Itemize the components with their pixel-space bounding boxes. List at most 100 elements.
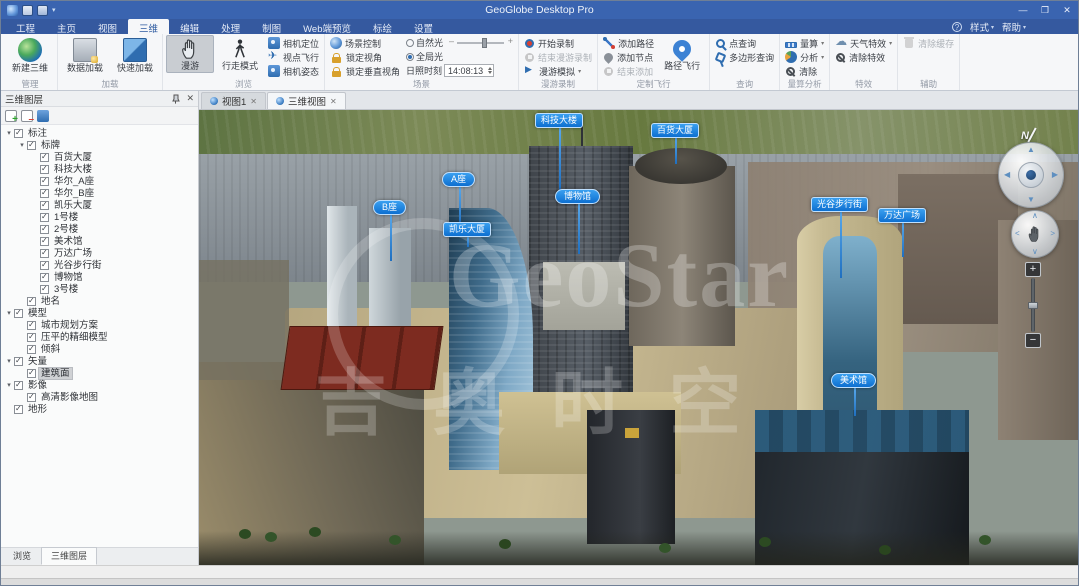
tree-item-城市规划方案[interactable]: 城市规划方案 bbox=[1, 319, 198, 331]
billboard-label[interactable]: 科技大楼 bbox=[535, 113, 583, 128]
layer-checkbox[interactable] bbox=[40, 165, 49, 174]
zoom-slider[interactable]: + − bbox=[1025, 262, 1041, 348]
ribbon-button-新建三维[interactable]: 新建三维 bbox=[6, 35, 54, 75]
billboard-A座[interactable]: A座 bbox=[442, 172, 475, 187]
minimize-button[interactable]: — bbox=[1012, 1, 1034, 19]
layer-checkbox[interactable] bbox=[27, 333, 36, 342]
billboard-label[interactable]: B座 bbox=[373, 200, 406, 215]
billboard-label[interactable]: 美术馆 bbox=[831, 373, 876, 388]
tree-item-标注[interactable]: ▾标注 bbox=[1, 127, 198, 139]
light-intensity-slider[interactable] bbox=[449, 37, 513, 49]
layer-checkbox[interactable] bbox=[40, 189, 49, 198]
layer-checkbox[interactable] bbox=[40, 285, 49, 294]
layer-checkbox[interactable] bbox=[27, 141, 36, 150]
layer-checkbox[interactable] bbox=[27, 321, 36, 330]
layer-checkbox[interactable] bbox=[40, 153, 49, 162]
ribbon-button-漫游[interactable]: 漫游 bbox=[166, 35, 214, 73]
billboard-万达广场[interactable]: 万达广场 bbox=[878, 208, 926, 223]
ribbon-tab-标绘[interactable]: 标绘 bbox=[362, 19, 403, 34]
ribbon-button-点查询[interactable]: 点查询 bbox=[713, 36, 776, 50]
ribbon-button-漫游模拟[interactable]: 漫游模拟 bbox=[522, 64, 594, 78]
undo-icon[interactable] bbox=[37, 5, 48, 16]
ribbon-tab-视图[interactable]: 视图 bbox=[87, 19, 128, 34]
rotate-down-icon[interactable]: ▼ bbox=[1027, 196, 1035, 204]
expander-icon[interactable]: ▾ bbox=[17, 141, 27, 149]
ribbon-button-添加路径[interactable]: 添加路径 bbox=[601, 36, 656, 50]
compass-north-icon[interactable]: N bbox=[1021, 130, 1029, 142]
ribbon-button-快速加载[interactable]: 快速加载 bbox=[111, 35, 159, 75]
billboard-B座[interactable]: B座 bbox=[373, 200, 406, 215]
ribbon-button-清除[interactable]: 清除 bbox=[783, 64, 826, 78]
ribbon-tab-制图[interactable]: 制图 bbox=[251, 19, 292, 34]
layer-checkbox[interactable] bbox=[14, 381, 23, 390]
panel-tab-三维图层[interactable]: 三维图层 bbox=[41, 547, 97, 565]
layer-checkbox[interactable] bbox=[27, 345, 36, 354]
global-light-radio[interactable] bbox=[406, 53, 414, 61]
pin-icon[interactable] bbox=[171, 94, 181, 104]
ribbon-tab-设置[interactable]: 设置 bbox=[403, 19, 444, 34]
billboard-label[interactable]: 凯乐大厦 bbox=[443, 222, 491, 237]
layer-checkbox[interactable] bbox=[27, 393, 36, 402]
expander-icon[interactable]: ▾ bbox=[4, 357, 14, 365]
layer-checkbox[interactable] bbox=[40, 213, 49, 222]
quick-access-caret-icon[interactable] bbox=[52, 6, 56, 14]
tree-item-地形[interactable]: 地形 bbox=[1, 403, 198, 415]
ribbon-button-数据加载[interactable]: 数据加载 bbox=[61, 35, 109, 75]
app-logo-icon[interactable] bbox=[7, 5, 18, 16]
ribbon-button-分析[interactable]: 分析 bbox=[783, 50, 826, 64]
layer-checkbox[interactable] bbox=[40, 273, 49, 282]
tree-item-高清影像地图[interactable]: 高清影像地图 bbox=[1, 391, 198, 403]
layer-checkbox[interactable] bbox=[27, 297, 36, 306]
add-layer-icon[interactable] bbox=[5, 110, 17, 122]
document-tab-三维视图[interactable]: 三维视图✕ bbox=[267, 92, 346, 109]
layer-checkbox[interactable] bbox=[40, 225, 49, 234]
ribbon-button-锁定视角[interactable]: 锁定视角 bbox=[328, 50, 402, 64]
expander-icon[interactable]: ▾ bbox=[4, 381, 14, 389]
ribbon-tab-Web端预览[interactable]: Web端预览 bbox=[292, 19, 362, 34]
pan-up-icon[interactable]: ∧ bbox=[1032, 212, 1038, 220]
layer-checkbox[interactable] bbox=[14, 357, 23, 366]
rotate-center-button[interactable] bbox=[1018, 162, 1044, 188]
tree-item-华尔_B座[interactable]: 华尔_B座 bbox=[1, 187, 198, 199]
tree-item-百货大厦[interactable]: 百货大厦 bbox=[1, 151, 198, 163]
tree-item-凯乐大厦[interactable]: 凯乐大厦 bbox=[1, 199, 198, 211]
rotate-up-icon[interactable]: ▲ bbox=[1027, 146, 1035, 154]
zoom-in-button[interactable]: + bbox=[1025, 262, 1041, 277]
tree-item-光谷步行街[interactable]: 光谷步行街 bbox=[1, 259, 198, 271]
tab-close-icon[interactable]: ✕ bbox=[330, 97, 337, 106]
tree-item-华尔_A座[interactable]: 华尔_A座 bbox=[1, 175, 198, 187]
expander-icon[interactable]: ▾ bbox=[4, 129, 14, 137]
ribbon-button-天气特效[interactable]: 天气特效 bbox=[833, 36, 894, 50]
tab-close-icon[interactable]: ✕ bbox=[250, 97, 257, 106]
billboard-博物馆[interactable]: 博物馆 bbox=[555, 189, 600, 204]
tree-item-倾斜[interactable]: 倾斜 bbox=[1, 343, 198, 355]
ribbon-button-相机定位[interactable]: 相机定位 bbox=[266, 36, 321, 50]
menu-item-帮助[interactable]: 帮助 bbox=[1002, 20, 1026, 34]
natural-light-radio[interactable] bbox=[406, 39, 414, 47]
billboard-科技大楼[interactable]: 科技大楼 bbox=[535, 113, 583, 128]
help-icon[interactable]: ? bbox=[952, 22, 962, 32]
layer-style-icon[interactable] bbox=[37, 110, 49, 122]
close-button[interactable]: ✕ bbox=[1056, 1, 1078, 19]
ribbon-tab-工程[interactable]: 工程 bbox=[5, 19, 46, 34]
tree-item-建筑面[interactable]: 建筑面 bbox=[1, 367, 198, 379]
layer-checkbox[interactable] bbox=[27, 369, 36, 378]
tree-item-压平的精细模型[interactable]: 压平的精细模型 bbox=[1, 331, 198, 343]
billboard-美术馆[interactable]: 美术馆 bbox=[831, 373, 876, 388]
tree-item-1号楼[interactable]: 1号楼 bbox=[1, 211, 198, 223]
layer-checkbox[interactable] bbox=[14, 405, 23, 414]
rotate-right-icon[interactable]: ▶ bbox=[1052, 171, 1058, 179]
tree-item-影像[interactable]: ▾影像 bbox=[1, 379, 198, 391]
billboard-百货大厦[interactable]: 百货大厦 bbox=[651, 123, 699, 138]
ribbon-tab-处理[interactable]: 处理 bbox=[210, 19, 251, 34]
maximize-button[interactable]: ❐ bbox=[1034, 1, 1056, 19]
billboard-label[interactable]: 光谷步行街 bbox=[811, 197, 868, 212]
zoom-thumb[interactable] bbox=[1028, 302, 1038, 309]
tree-item-模型[interactable]: ▾模型 bbox=[1, 307, 198, 319]
tree-item-地名[interactable]: 地名 bbox=[1, 295, 198, 307]
rotate-left-icon[interactable]: ◀ bbox=[1004, 171, 1010, 179]
save-icon[interactable] bbox=[22, 5, 33, 16]
layer-checkbox[interactable] bbox=[40, 261, 49, 270]
tree-item-博物馆[interactable]: 博物馆 bbox=[1, 271, 198, 283]
billboard-label[interactable]: 万达广场 bbox=[878, 208, 926, 223]
